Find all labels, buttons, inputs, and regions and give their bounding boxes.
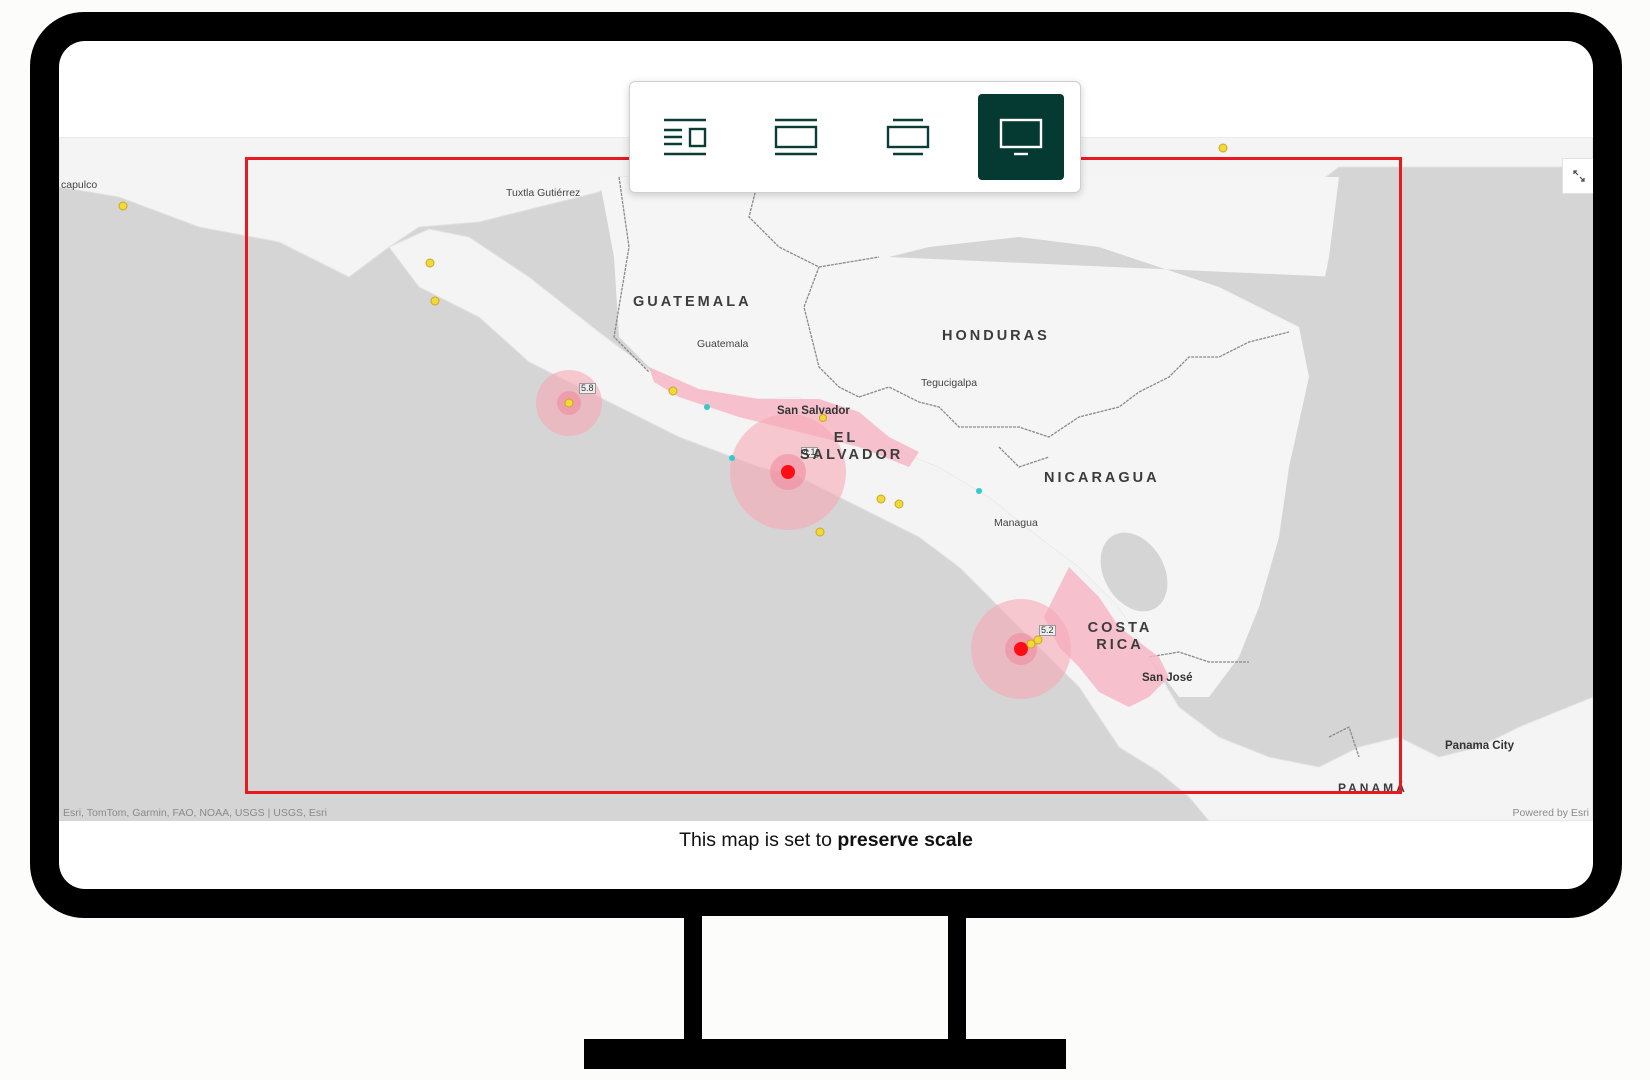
attribution-right[interactable]: Powered by Esri	[1513, 807, 1589, 819]
map-view[interactable]: 5.8 4.1 5.2 GUATEMALA HONDURAS EL SALVAD…	[59, 137, 1593, 821]
layout-banner-button[interactable]	[753, 94, 839, 180]
monitor-neck-gap	[702, 916, 948, 1042]
caption-emphasis: preserve scale	[837, 829, 973, 851]
city-label-acapulco: capulco	[61, 179, 98, 191]
desktop-icon	[999, 118, 1043, 156]
monitor-base	[584, 1039, 1066, 1069]
sidebar-layout-icon	[664, 118, 707, 156]
wide-layout-icon	[886, 118, 930, 156]
fullscreen-button[interactable]	[1562, 158, 1593, 194]
monitor-bezel: 5.8 4.1 5.2 GUATEMALA HONDURAS EL SALVAD…	[30, 12, 1622, 918]
attribution-left: Esri, TomTom, Garmin, FAO, NOAA, USGS | …	[63, 807, 327, 819]
layout-desktop-button[interactable]	[978, 94, 1064, 180]
map-extent-frame	[245, 157, 1402, 794]
city-label-panama-city: Panama City	[1445, 740, 1515, 752]
monitor-screen: 5.8 4.1 5.2 GUATEMALA HONDURAS EL SALVAD…	[59, 41, 1593, 889]
layout-toolbar	[629, 81, 1081, 193]
caption: This map is set to preserve scale	[59, 829, 1593, 852]
expand-icon	[1573, 170, 1585, 182]
banner-layout-icon	[774, 118, 818, 156]
layout-wide-button[interactable]	[865, 94, 951, 180]
monitor-neck	[684, 916, 966, 1042]
layout-sidebar-button[interactable]	[642, 94, 728, 180]
caption-prefix: This map is set to	[679, 829, 838, 851]
